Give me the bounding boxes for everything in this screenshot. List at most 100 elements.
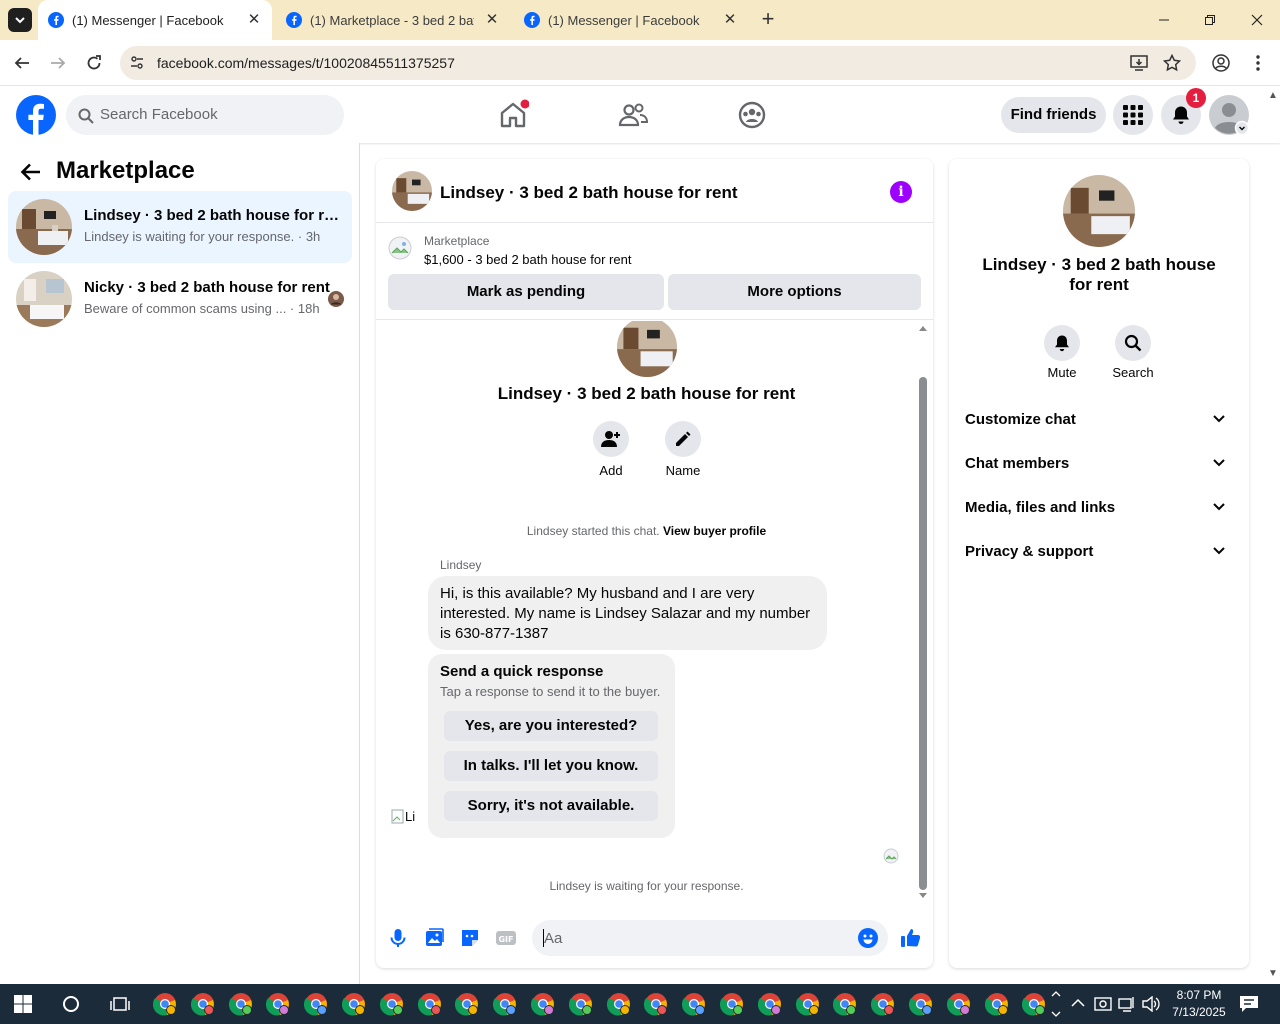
chat-title[interactable]: Lindsey · 3 bed 2 bath house for rent (440, 183, 738, 203)
install-app-icon[interactable] (1130, 54, 1148, 72)
chevron-up-icon[interactable] (1071, 998, 1085, 1008)
taskbar-scroll-icon[interactable] (1050, 988, 1062, 1020)
browser-tab-messenger-2[interactable]: (1) Messenger | Facebook ✕ (514, 0, 748, 40)
quick-reply-button[interactable]: Sorry, it's not available. (444, 791, 658, 821)
quick-reply-button[interactable]: In talks. I'll let you know. (444, 751, 658, 781)
chrome-taskbar-icon[interactable] (757, 992, 782, 1016)
site-info-icon[interactable] (129, 55, 145, 71)
view-buyer-profile-link[interactable]: View buyer profile (663, 524, 766, 538)
microphone-icon[interactable] (386, 926, 410, 950)
marketplace-listing-bar: Marketplace $1,600 - 3 bed 2 bath house … (376, 224, 933, 320)
chrome-taskbar-icon[interactable] (1022, 992, 1046, 1016)
gif-icon[interactable]: GIF (494, 926, 518, 950)
scroll-down-icon[interactable] (919, 893, 927, 899)
chrome-taskbar-icon[interactable] (493, 992, 517, 1016)
add-people-button[interactable] (593, 421, 629, 457)
chrome-taskbar-icon[interactable] (190, 992, 215, 1016)
conversation-preview: Lindsey is waiting for your response. · … (84, 229, 321, 244)
listing-price-title[interactable]: $1,600 - 3 bed 2 bath house for rent (424, 252, 631, 267)
chat-members-section[interactable]: Chat members (965, 455, 1233, 479)
facebook-logo-icon[interactable] (16, 95, 56, 135)
page-scroll-down-icon[interactable]: ▼ (1266, 968, 1280, 980)
windows-start-icon[interactable] (14, 995, 32, 1013)
back-icon[interactable] (10, 51, 34, 75)
defender-icon[interactable] (1094, 996, 1112, 1012)
chrome-taskbar-icon[interactable] (342, 992, 366, 1016)
mark-as-pending-button[interactable]: Mark as pending (388, 274, 664, 310)
conversation-item-lindsey[interactable]: Lindsey · 3 bed 2 bath house for rent Li… (8, 191, 352, 263)
chrome-taskbar-icon[interactable] (304, 992, 328, 1016)
chat-avatar[interactable] (392, 171, 432, 211)
friends-icon[interactable] (617, 99, 649, 131)
quick-reply-button[interactable]: Yes, are you interested? (444, 711, 658, 741)
facebook-favicon-icon (286, 12, 302, 28)
emoji-icon[interactable] (858, 928, 878, 948)
scrollbar-thumb[interactable] (919, 377, 927, 890)
edit-name-button[interactable] (665, 421, 701, 457)
search-circle-icon[interactable] (62, 995, 80, 1013)
volume-icon[interactable] (1142, 996, 1160, 1012)
search-conversation-button[interactable] (1115, 325, 1151, 361)
minimize-icon[interactable] (1141, 0, 1187, 40)
forward-icon[interactable] (46, 51, 70, 75)
chrome-taskbar-icon[interactable] (379, 992, 404, 1016)
scroll-up-icon[interactable] (919, 325, 927, 331)
thumbs-up-icon[interactable] (899, 926, 923, 950)
address-bar[interactable]: facebook.com/messages/t/1002084551137525… (120, 46, 1196, 80)
close-tab-icon[interactable]: ✕ (246, 12, 262, 28)
tab-search-button[interactable] (8, 8, 32, 32)
chrome-taskbar-icon[interactable] (833, 992, 857, 1016)
info-icon[interactable]: i (890, 181, 912, 203)
message-input[interactable]: Aa (532, 920, 888, 956)
privacy-support-section[interactable]: Privacy & support (965, 543, 1233, 567)
chrome-taskbar-icon[interactable] (720, 992, 744, 1016)
conversation-item-nicky[interactable]: Nicky · 3 bed 2 bath house for rent Bewa… (8, 263, 352, 335)
restore-icon[interactable] (1187, 0, 1233, 40)
chrome-taskbar-icon[interactable] (946, 992, 971, 1016)
reload-icon[interactable] (82, 51, 106, 75)
facebook-search-input[interactable]: Search Facebook (66, 95, 344, 135)
photo-icon[interactable] (422, 926, 446, 950)
task-view-icon[interactable] (110, 995, 130, 1013)
chrome-taskbar-icon[interactable] (266, 992, 290, 1016)
chrome-taskbar-icon[interactable] (455, 992, 479, 1016)
chrome-taskbar-icon[interactable] (531, 992, 555, 1016)
browser-tab-marketplace[interactable]: (1) Marketplace - 3 bed 2 bath ✕ (276, 0, 510, 40)
message-bubble[interactable]: Hi, is this available? My husband and I … (428, 576, 827, 650)
chrome-taskbar-icon[interactable] (228, 992, 253, 1016)
close-tab-icon[interactable]: ✕ (484, 12, 500, 28)
notification-center-icon[interactable] (1239, 995, 1259, 1013)
mute-button[interactable] (1044, 325, 1080, 361)
chrome-taskbar-icon[interactable] (417, 992, 442, 1016)
chrome-taskbar-icon[interactable] (682, 992, 706, 1016)
close-tab-icon[interactable]: ✕ (722, 12, 738, 28)
home-icon[interactable] (497, 99, 529, 131)
chrome-taskbar-icon[interactable] (795, 992, 820, 1016)
chrome-taskbar-icon[interactable] (153, 992, 177, 1016)
account-avatar[interactable] (1209, 95, 1249, 135)
menu-icon[interactable] (1246, 51, 1270, 75)
profile-icon[interactable] (1209, 51, 1233, 75)
close-window-icon[interactable] (1234, 0, 1280, 40)
page-scroll-up-icon[interactable]: ▲ (1266, 90, 1280, 102)
media-files-links-section[interactable]: Media, files and links (965, 499, 1233, 523)
chrome-taskbar-icon[interactable] (909, 992, 933, 1016)
chrome-taskbar-icon[interactable] (871, 992, 895, 1016)
groups-icon[interactable] (736, 99, 768, 131)
chrome-taskbar-icon[interactable] (984, 992, 1009, 1016)
more-options-button[interactable]: More options (668, 274, 921, 310)
chrome-taskbar-icon[interactable] (644, 992, 668, 1016)
sticker-icon[interactable] (458, 926, 482, 950)
customize-chat-section[interactable]: Customize chat (965, 411, 1233, 435)
back-arrow-icon[interactable] (20, 161, 42, 183)
find-friends-button[interactable]: Find friends (1001, 97, 1106, 133)
chrome-taskbar-icon[interactable] (606, 992, 631, 1016)
system-clock[interactable]: 8:07 PM 7/13/2025 (1162, 987, 1236, 1021)
bookmark-star-icon[interactable] (1163, 54, 1181, 72)
message-thread: Lindsey · 3 bed 2 bath house for rent Ad… (376, 321, 933, 901)
network-icon[interactable] (1118, 996, 1136, 1012)
chrome-taskbar-icon[interactable] (568, 992, 593, 1016)
new-tab-icon[interactable]: + (757, 8, 779, 30)
browser-tab-messenger[interactable]: (1) Messenger | Facebook ✕ (38, 0, 272, 40)
menu-grid-button[interactable] (1113, 95, 1153, 135)
